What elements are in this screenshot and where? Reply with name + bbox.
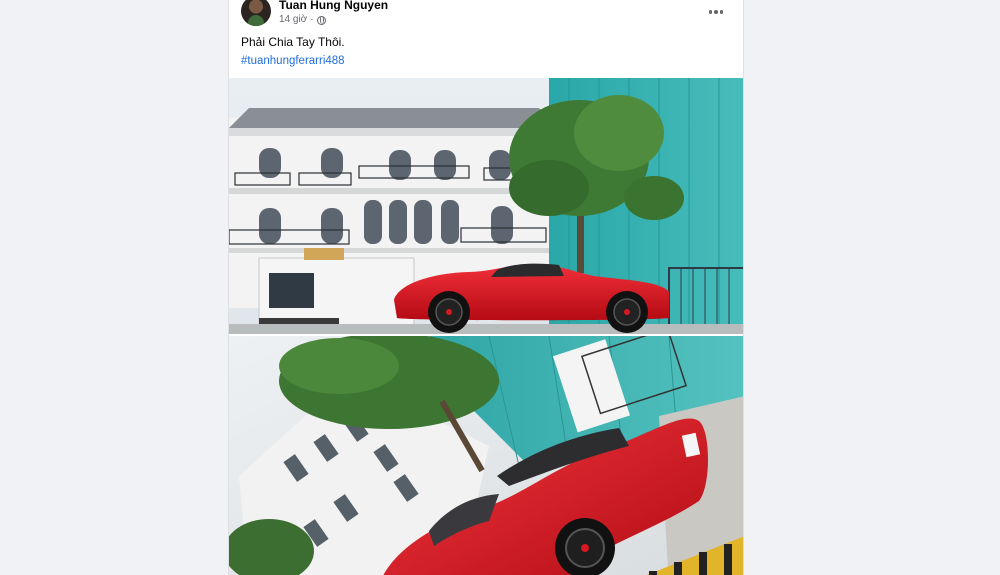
post-text: Phải Chia Tay Thôi. [241,35,345,49]
more-options-icon [708,10,713,14]
post-header: Tuan Hung Nguyen 14 giờ · [229,0,743,32]
avatar[interactable] [241,0,271,26]
red-ferrari-photo-1[interactable] [229,78,743,334]
red-ferrari-photo-2[interactable] [229,336,743,575]
more-options-dot [719,10,724,14]
post-time[interactable]: 14 giờ [279,14,307,26]
globe-icon [316,15,326,25]
post-card: Tuan Hung Nguyen 14 giờ · Phải Chia Tay … [228,0,744,575]
dot-separator: · [310,14,314,25]
post-meta: 14 giờ · [279,14,326,26]
more-options-dot [714,10,718,14]
author-name[interactable]: Tuan Hung Nguyen [279,0,388,12]
more-options-button[interactable] [705,1,727,23]
hashtag-link[interactable]: #tuanhungferarri488 [241,55,345,67]
